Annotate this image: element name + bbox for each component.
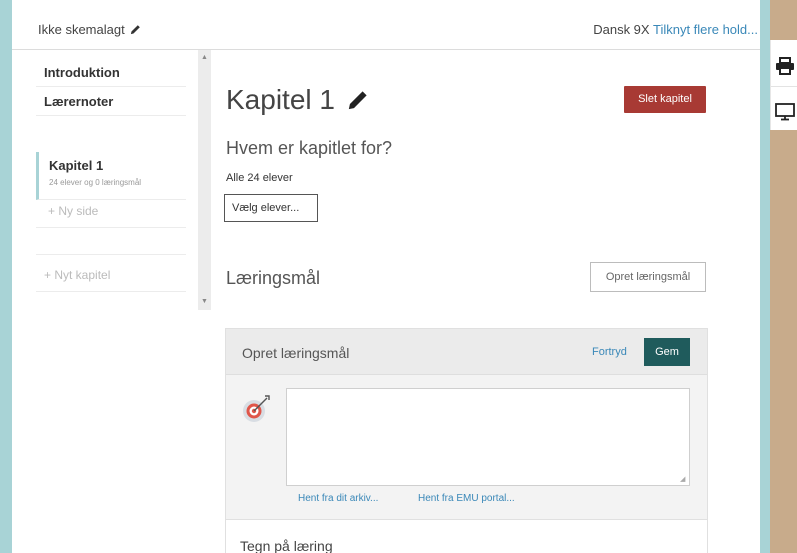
page-title: Kapitel 1: [226, 84, 369, 116]
evidence-section: Tegn på læring: [226, 519, 707, 553]
monitor-icon: [774, 103, 795, 121]
sidebar-item-introduction[interactable]: Introduktion: [36, 58, 186, 87]
chapter-label: Kapitel 1: [49, 158, 104, 173]
right-accent-stripe: [760, 0, 770, 553]
team-name: Dansk 9X: [593, 22, 650, 37]
pencil-icon[interactable]: [130, 24, 141, 35]
new-page-link[interactable]: + Ny side: [36, 200, 186, 228]
choose-students-button[interactable]: Vælg elever...: [224, 194, 318, 222]
fetch-from-emu-link[interactable]: Hent fra EMU portal...: [418, 493, 515, 504]
create-goal-panel: Opret læringsmål Fortryd Gem ◢ Hent fra …: [225, 328, 708, 553]
learning-goal-textarea[interactable]: [286, 388, 690, 486]
undo-link[interactable]: Fortryd: [592, 346, 627, 358]
create-learning-goal-button[interactable]: Opret læringsmål: [590, 262, 706, 292]
pencil-icon[interactable]: [347, 89, 369, 111]
fetch-from-archive-link[interactable]: Hent fra dit arkiv...: [298, 493, 378, 504]
right-toolbar: [770, 40, 797, 130]
team-info: Dansk 9X Tilknyt flere hold...: [593, 22, 758, 37]
scroll-down-arrow-icon[interactable]: ▼: [198, 296, 211, 308]
chapter-title-text: Kapitel 1: [226, 84, 335, 115]
learning-goals-heading: Læringsmål: [226, 268, 321, 288]
create-goal-panel-header: Opret læringsmål Fortryd Gem: [226, 329, 707, 375]
chapter-summary: 24 elever og 0 læringsmål: [49, 178, 142, 187]
evidence-heading: Tegn på læring: [240, 538, 333, 553]
schedule-status[interactable]: Ikke skemalagt: [38, 22, 141, 37]
toolbar-divider: [771, 86, 797, 87]
target-icon: [243, 395, 270, 422]
left-accent-stripe: [0, 0, 12, 553]
sidebar-item-chapter-1[interactable]: Kapitel 1 24 elever og 0 læringsmål: [36, 152, 186, 200]
create-goal-panel-title: Opret læringsmål: [242, 345, 350, 361]
sidebar-scrollbar[interactable]: ▲ ▼: [198, 50, 211, 310]
sidebar-item-teacher-notes[interactable]: Lærernoter: [36, 87, 186, 116]
schedule-label: Ikke skemalagt: [38, 22, 125, 37]
resize-grip-icon[interactable]: ◢: [680, 476, 688, 484]
printer-icon: [775, 57, 794, 75]
chapter-sidebar: Introduktion Lærernoter Kapitel 1 24 ele…: [36, 58, 186, 292]
top-bar: Ikke skemalagt Dansk 9X Tilknyt flere ho…: [12, 0, 760, 50]
print-button[interactable]: [771, 46, 797, 86]
presentation-button[interactable]: [771, 92, 797, 132]
attach-teams-link[interactable]: Tilknyt flere hold...: [653, 22, 758, 37]
new-chapter-link[interactable]: + Nyt kapitel: [36, 254, 186, 292]
audience-heading: Hvem er kapitlet for?: [226, 138, 393, 158]
audience-summary: Alle 24 elever: [226, 172, 293, 184]
delete-chapter-button[interactable]: Slet kapitel: [624, 86, 706, 113]
scroll-up-arrow-icon[interactable]: ▲: [198, 52, 211, 64]
save-button[interactable]: Gem: [644, 338, 690, 366]
